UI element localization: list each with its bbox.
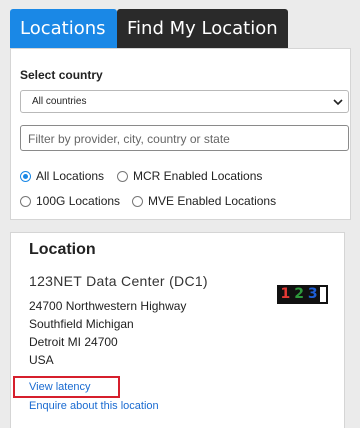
address-line-3: Detroit MI 24700 xyxy=(29,335,118,349)
address-line-4: USA xyxy=(29,353,54,367)
search-placeholder: Filter by provider, city, country or sta… xyxy=(28,132,230,146)
radio-mve-enabled[interactable]: MVE Enabled Locations xyxy=(132,194,276,208)
provider-logo: 1 2 3 xyxy=(277,285,328,304)
tab-bar: Locations Find My Location xyxy=(10,9,288,48)
radio-button-checked[interactable] xyxy=(20,170,31,182)
country-label: Select country xyxy=(20,68,103,82)
logo-digit-3: 3 xyxy=(307,286,318,302)
radio-button[interactable] xyxy=(20,195,31,207)
logo-digit-2: 2 xyxy=(294,286,304,302)
radio-all-locations[interactable]: All Locations xyxy=(20,169,104,183)
country-select-value: All countries xyxy=(32,96,87,107)
search-input[interactable]: Filter by provider, city, country or sta… xyxy=(20,125,349,151)
radio-label: All Locations xyxy=(36,169,105,183)
radio-mcr-enabled[interactable]: MCR Enabled Locations xyxy=(117,169,262,183)
country-select[interactable]: All countries xyxy=(20,90,349,113)
address-line-2: Southfield Michigan xyxy=(29,317,134,331)
radio-label: MVE Enabled Locations xyxy=(148,194,277,208)
location-name: 123NET Data Center (DC1) xyxy=(29,273,208,289)
highlight-box xyxy=(13,376,120,398)
radio-label: MCR Enabled Locations xyxy=(133,169,263,183)
tab-find-my-location[interactable]: Find My Location xyxy=(117,9,288,48)
location-card: Location 123NET Data Center (DC1) 1 2 3 … xyxy=(10,232,345,428)
address-line-1: 24700 Northwestern Highway xyxy=(29,299,187,313)
radio-100g[interactable]: 100G Locations xyxy=(20,194,120,208)
tab-locations[interactable]: Locations xyxy=(10,9,117,48)
logo-digit-1: 1 xyxy=(280,286,291,302)
chevron-down-icon xyxy=(333,99,343,106)
logo-net-bar xyxy=(320,287,327,302)
enquire-location-link[interactable]: Enquire about this location xyxy=(29,400,159,412)
filter-panel: Select country All countries Filter by p… xyxy=(10,48,351,220)
card-heading: Location xyxy=(29,241,96,258)
radio-button[interactable] xyxy=(117,170,128,182)
radio-label: 100G Locations xyxy=(36,194,121,208)
radio-button[interactable] xyxy=(132,195,143,207)
